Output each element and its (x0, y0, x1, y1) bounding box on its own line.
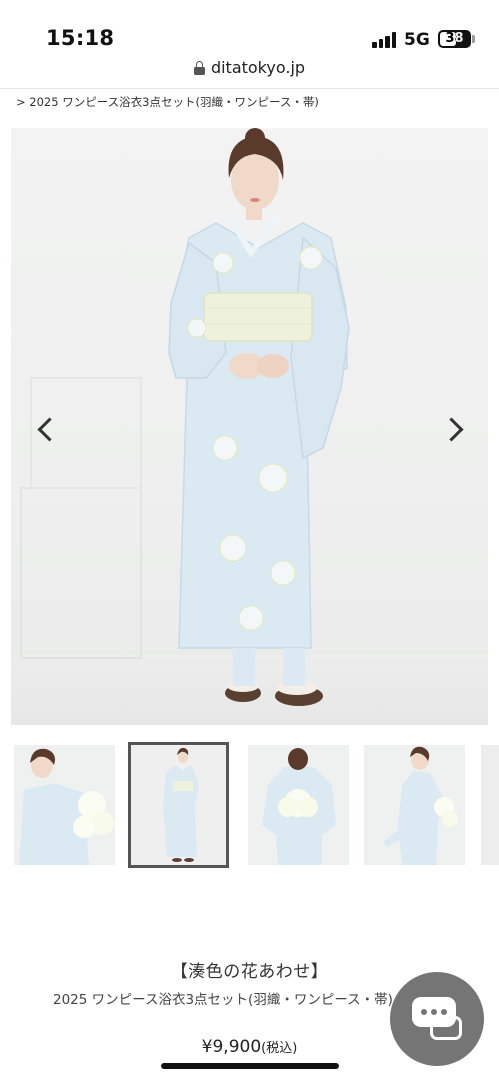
thumbnail-1[interactable] (14, 745, 115, 865)
battery-icon: 38 (438, 30, 471, 48)
thumbnail-3[interactable] (248, 745, 349, 865)
thumbnail-5-partial[interactable] (481, 745, 499, 865)
cellular-signal-icon (372, 32, 398, 48)
main-product-image[interactable] (11, 128, 488, 725)
battery-level: 38 (445, 31, 464, 46)
product-subtitle: 2025 ワンピース浴衣3点セット(羽織・ワンピース・帯) (53, 992, 393, 1008)
breadcrumb-row: > 2025 ワンピース浴衣3点セット(羽織・ワンピース・帯) (0, 88, 499, 114)
home-indicator[interactable] (161, 1063, 339, 1069)
battery-tip (472, 35, 475, 43)
tax-note: (税込) (261, 1041, 298, 1056)
chat-icon (412, 997, 456, 1027)
status-time: 15:18 (46, 26, 115, 50)
url-text: ditatokyo.jp (210, 58, 306, 77)
chevron-left-icon[interactable] (35, 414, 55, 444)
lock-icon (193, 60, 205, 75)
network-type: 5G (404, 30, 430, 50)
thumbnail-4[interactable] (364, 745, 465, 865)
chat-button[interactable] (390, 972, 484, 1066)
thumbnail-strip (0, 742, 499, 868)
chevron-right-icon[interactable] (443, 414, 463, 444)
price-value: ¥9,900 (201, 1037, 262, 1057)
status-bar: 15:18 5G 38 (0, 0, 499, 56)
model-figure (20, 128, 350, 706)
breadcrumb[interactable]: > 2025 ワンピース浴衣3点セット(羽織・ワンピース・帯) (16, 94, 319, 110)
thumbnail-2-selected[interactable] (128, 742, 229, 868)
address-bar[interactable]: ditatokyo.jp (0, 56, 499, 88)
